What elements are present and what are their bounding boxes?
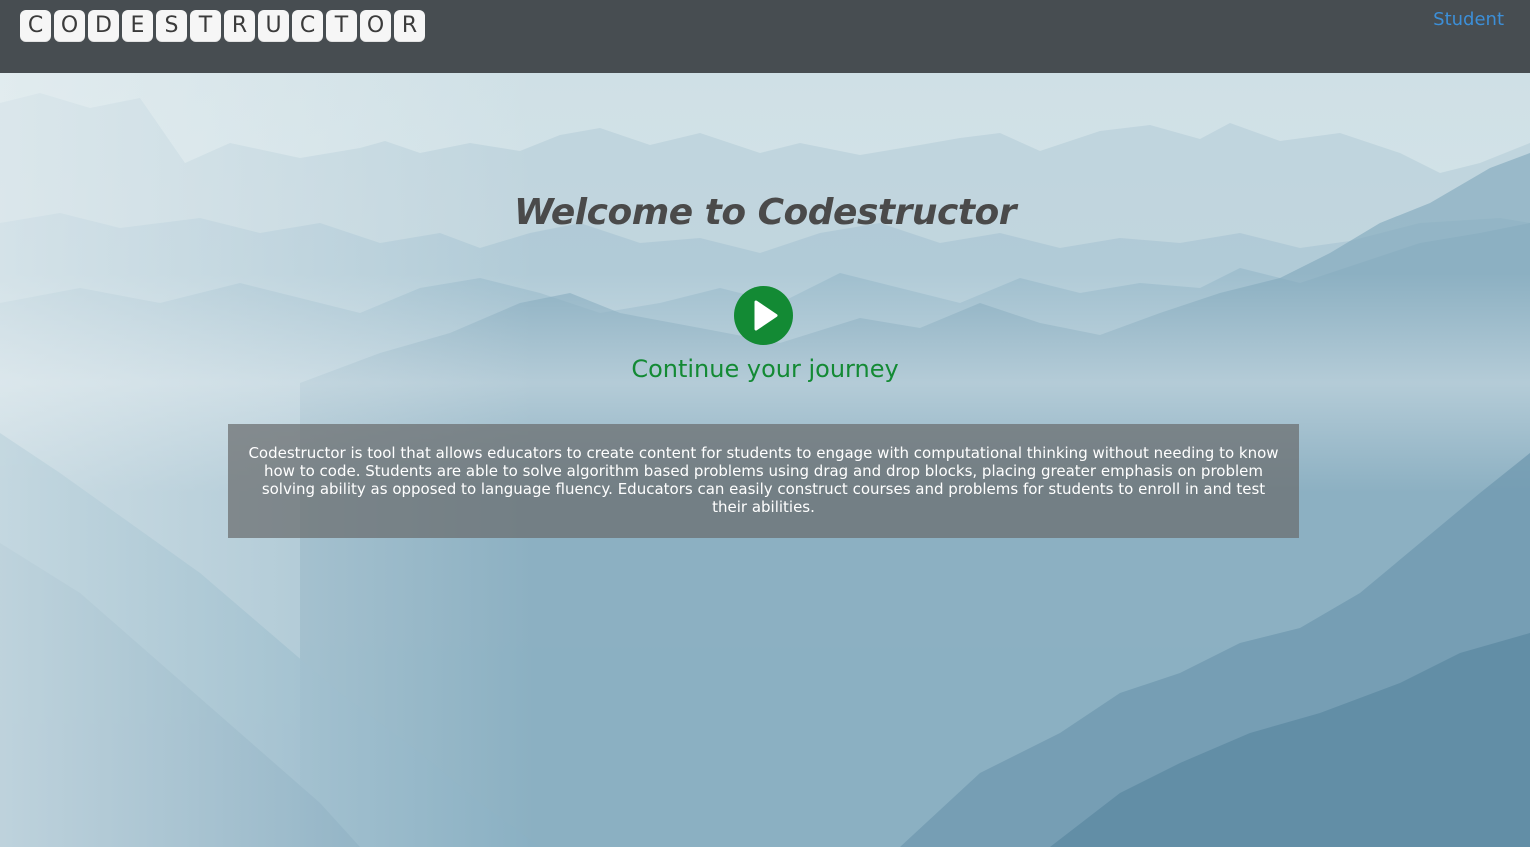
logo-letter-tile: O [360, 10, 391, 42]
logo-letter-tile: R [394, 10, 425, 42]
top-nav-bar: C O D E S T R U C T O R Student [0, 0, 1530, 73]
play-circle-icon[interactable] [734, 286, 793, 345]
logo-letter-tile: S [156, 10, 187, 42]
logo-letter-tile: T [326, 10, 357, 42]
continue-journey-link[interactable]: Continue your journey [0, 355, 1530, 383]
logo-letter-tile: T [190, 10, 221, 42]
logo-letter-tile: E [122, 10, 153, 42]
logo-letter-tile: C [20, 10, 51, 42]
description-text: Codestructor is tool that allows educato… [248, 444, 1279, 516]
welcome-title: Welcome to Codestructor [513, 192, 1017, 233]
description-panel: Codestructor is tool that allows educato… [228, 424, 1299, 538]
logo-letter-tile: U [258, 10, 289, 42]
logo-letter-tile: R [224, 10, 255, 42]
logo-letter-tile: O [54, 10, 85, 42]
logo-letter-tile: C [292, 10, 323, 42]
logo-letter-tile: D [88, 10, 119, 42]
student-nav-link[interactable]: Student [1433, 9, 1504, 30]
play-icon [754, 300, 778, 331]
codestructor-logo[interactable]: C O D E S T R U C T O R [20, 10, 425, 42]
